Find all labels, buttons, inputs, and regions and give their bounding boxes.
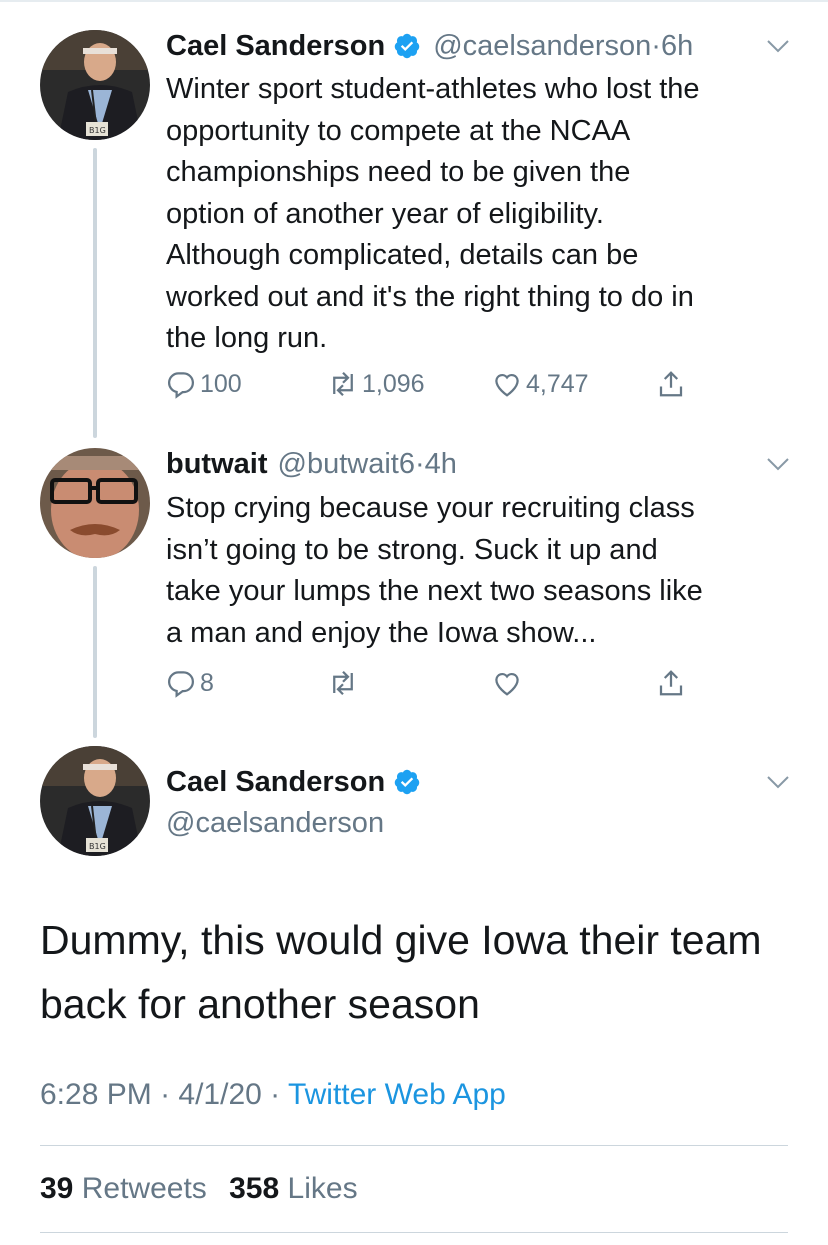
tweet-line: Although complicated, details can be xyxy=(166,239,639,271)
avatar-image: B1G xyxy=(40,746,150,856)
tweet-line: a man and enjoy the Iowa show... xyxy=(166,616,597,649)
chevron-down-icon[interactable] xyxy=(766,38,790,54)
tweet-date[interactable]: 4/1/20 xyxy=(178,1078,261,1111)
retweet-icon xyxy=(333,670,353,696)
avatar-image: B1G xyxy=(40,30,150,140)
tweet-line: isn’t going to be strong. Suck it up and xyxy=(166,533,658,566)
handle[interactable]: @butwait6 xyxy=(278,448,415,481)
top-divider xyxy=(0,0,828,2)
like-button[interactable]: 4,747 xyxy=(492,369,589,399)
retweet-button[interactable]: 1,096 xyxy=(328,369,425,399)
main-tweet-handle-row: @caelsanderson xyxy=(166,803,384,843)
handle[interactable]: @caelsanderson xyxy=(433,30,651,63)
chevron-down-icon[interactable] xyxy=(766,774,790,790)
tweet-line: Dummy, this would give Iowa their team xyxy=(40,917,762,963)
avatar-butwait[interactable] xyxy=(40,448,150,558)
reply-button[interactable]: 100 xyxy=(166,369,242,399)
tweet-line: Stop crying because your recruiting clas… xyxy=(166,492,695,524)
chevron-down-icon[interactable] xyxy=(766,456,790,472)
verified-badge-icon xyxy=(393,32,421,60)
timestamp[interactable]: 4h xyxy=(425,448,457,481)
tweet-2-actions: 8 xyxy=(166,668,726,708)
avatar-cael-sanderson[interactable]: B1G xyxy=(40,30,150,140)
engagement-stats: 39 Retweets 358 Likes xyxy=(40,1172,358,1206)
tweet-line: option of another year of eligibility. xyxy=(166,197,604,230)
reply-count: 8 xyxy=(200,668,214,697)
display-name[interactable]: Cael Sanderson xyxy=(166,30,385,63)
reply-count: 100 xyxy=(200,369,242,398)
like-icon xyxy=(495,672,519,696)
reply-button[interactable]: 8 xyxy=(166,668,214,698)
like-icon xyxy=(495,373,519,397)
tweet-2-text: Stop crying because your recruiting clas… xyxy=(166,488,796,654)
divider xyxy=(40,1232,788,1233)
separator: · xyxy=(651,29,661,62)
retweet-icon xyxy=(333,371,353,397)
like-count: 4,747 xyxy=(526,369,589,398)
avatar-cael-sanderson[interactable]: B1G xyxy=(40,746,150,856)
tweet-meta: 6:28 PM · 4/1/20 · Twitter Web App xyxy=(40,1078,506,1112)
retweet-button[interactable] xyxy=(328,668,358,698)
reply-icon xyxy=(168,671,194,698)
retweets-label: Retweets xyxy=(81,1172,207,1205)
tweet-1-header: Cael Sanderson @caelsanderson · 6h xyxy=(166,26,693,66)
separator: · xyxy=(151,1078,179,1111)
tweet-line: Winter sport student-athletes who lost t… xyxy=(166,73,700,105)
tweet-line: back for another season xyxy=(40,981,480,1027)
main-tweet-name-row: Cael Sanderson xyxy=(166,762,421,802)
like-button[interactable] xyxy=(492,668,522,698)
tweet-line: opportunity to compete at the NCAA xyxy=(166,114,631,147)
tweet-1-actions: 100 1,096 4,747 xyxy=(166,369,726,409)
reply-icon xyxy=(168,372,194,399)
verified-badge-icon xyxy=(393,768,421,796)
tweet-line: the long run. xyxy=(166,322,328,354)
likes-label: Likes xyxy=(287,1172,358,1205)
source-app-link[interactable]: Twitter Web App xyxy=(288,1078,506,1111)
share-button[interactable] xyxy=(656,668,686,698)
like-total: 358 xyxy=(229,1172,280,1205)
display-name[interactable]: butwait xyxy=(166,448,268,481)
timestamp[interactable]: 6h xyxy=(661,30,693,63)
separator: · xyxy=(414,447,425,480)
tweet-line: worked out and it's the right thing to d… xyxy=(166,280,694,313)
display-name[interactable]: Cael Sanderson xyxy=(166,766,385,799)
tweet-1-text: Winter sport student-athletes who lost t… xyxy=(166,69,796,360)
share-icon xyxy=(659,670,683,696)
handle[interactable]: @caelsanderson xyxy=(166,807,384,840)
thread-line xyxy=(93,148,97,438)
main-tweet-text: Dummy, this would give Iowa their team b… xyxy=(40,908,800,1036)
share-icon xyxy=(659,371,683,397)
share-button[interactable] xyxy=(656,369,686,399)
avatar-image xyxy=(40,448,150,558)
tweet-time[interactable]: 6:28 PM xyxy=(40,1078,152,1111)
svg-text:B1G: B1G xyxy=(89,842,106,851)
tweet-line: take your lumps the next two seasons lik… xyxy=(166,575,703,607)
svg-text:B1G: B1G xyxy=(89,126,106,135)
likes-stat[interactable]: 358 Likes xyxy=(229,1172,357,1205)
retweet-count: 1,096 xyxy=(362,369,425,398)
tweet-line: championships need to be given the xyxy=(166,156,631,188)
retweet-total: 39 xyxy=(40,1172,74,1205)
retweets-stat[interactable]: 39 Retweets xyxy=(40,1172,207,1205)
divider xyxy=(40,1145,788,1146)
tweet-2-header: butwait @butwait6 · 4h xyxy=(166,444,457,484)
separator: · xyxy=(261,1078,288,1111)
thread-line xyxy=(93,566,97,738)
